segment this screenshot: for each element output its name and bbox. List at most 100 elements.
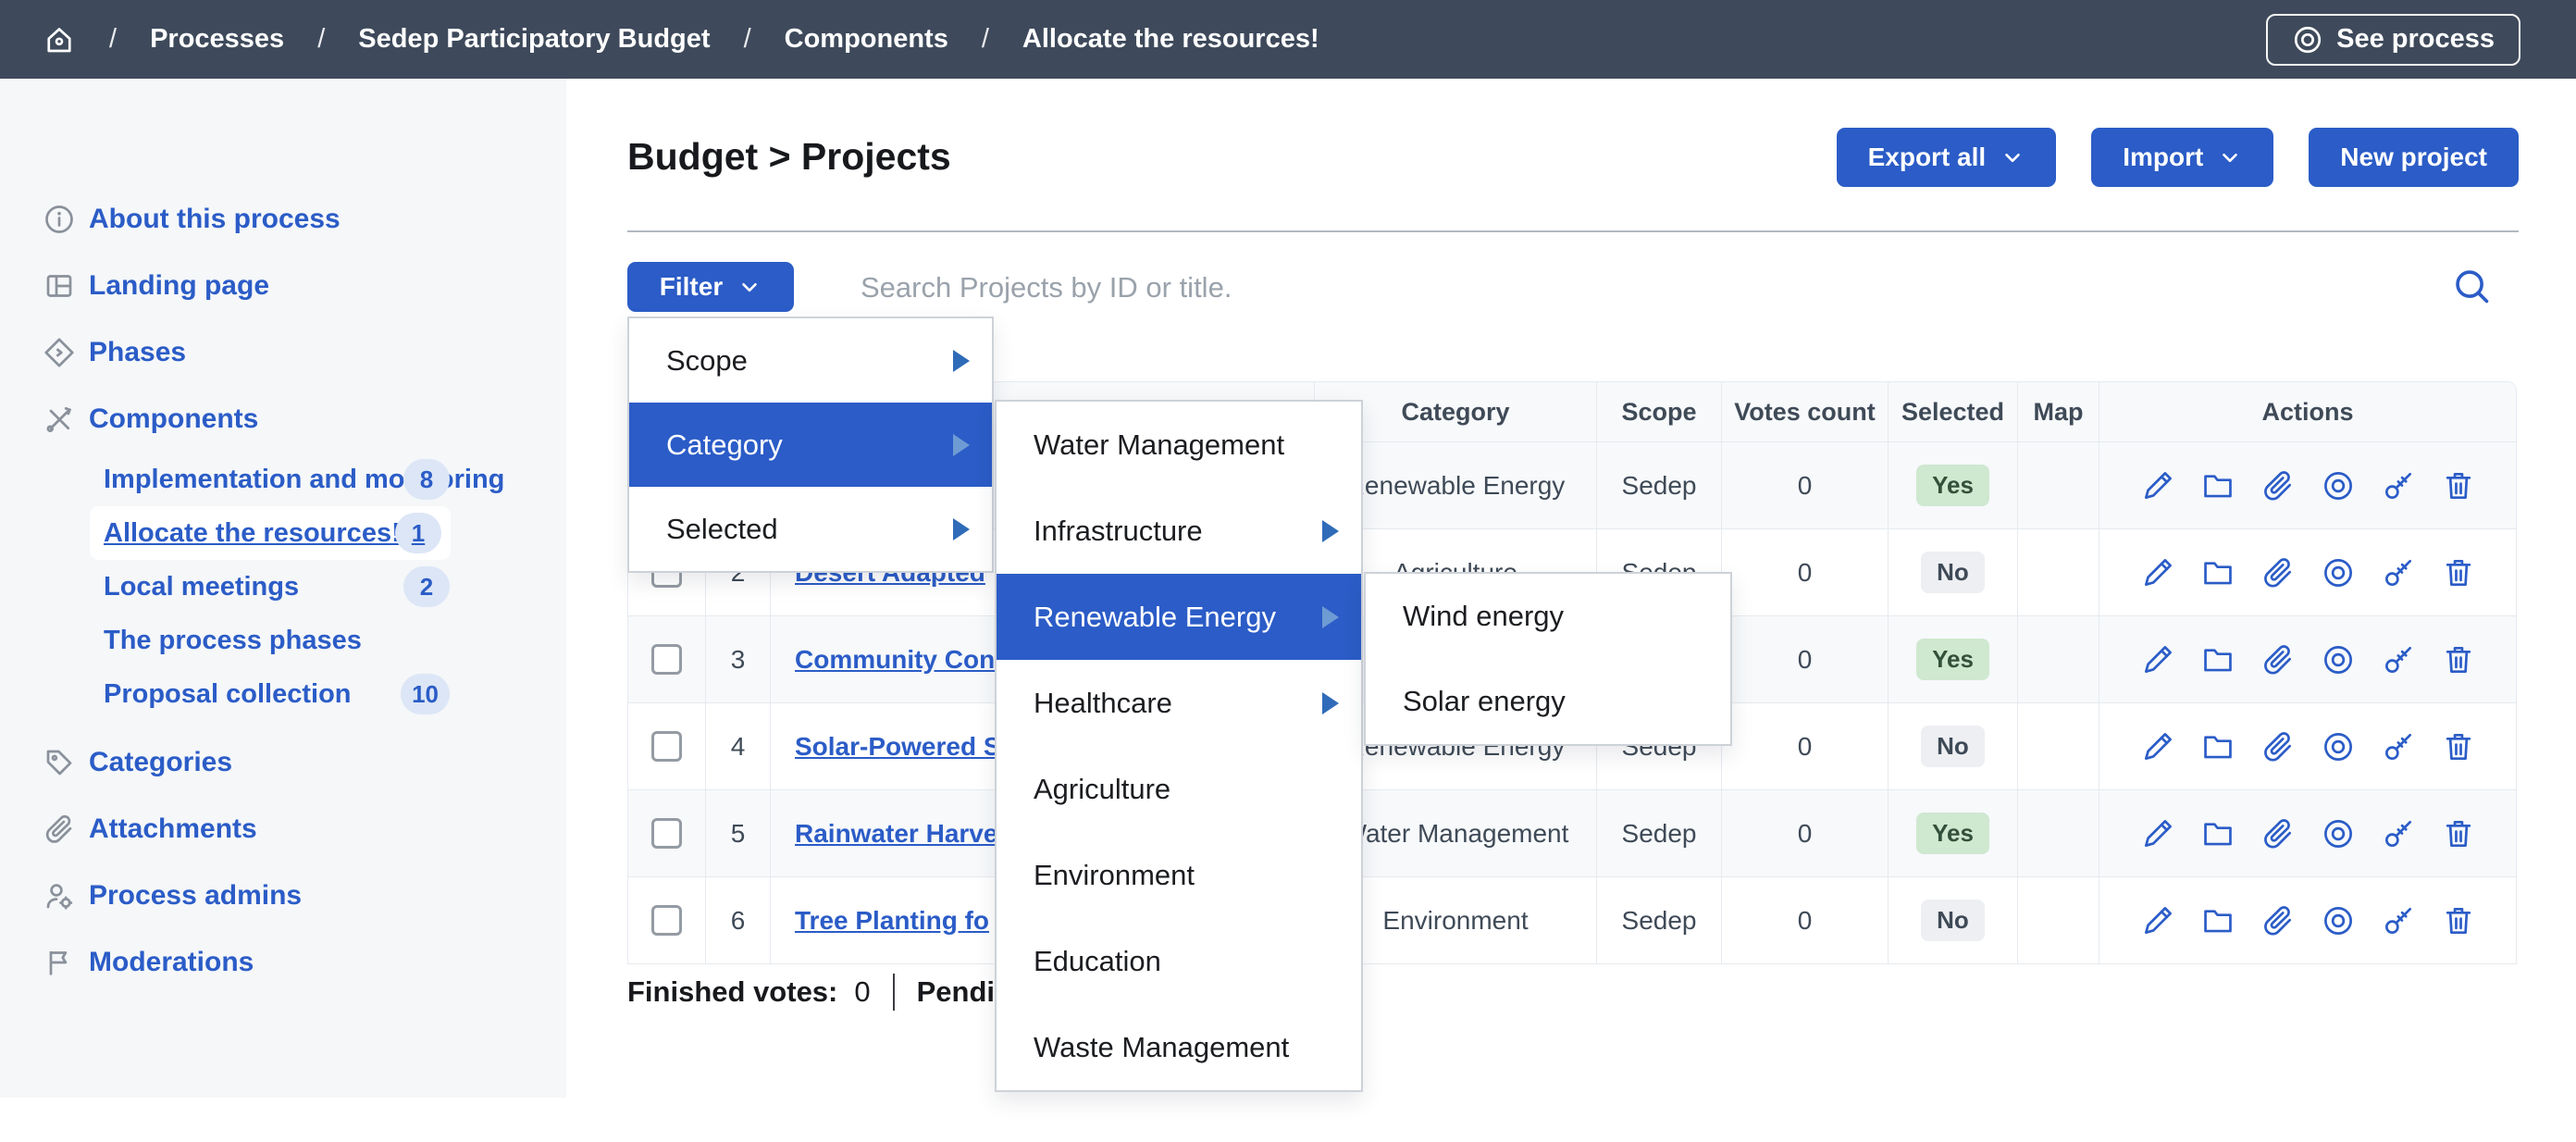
sidebar-item-components[interactable]: Components [0,386,566,453]
trash-icon[interactable] [2441,816,2476,851]
breadcrumb-link[interactable]: Sedep Participatory Budget [358,24,710,55]
edit-pencil-icon[interactable] [2140,816,2175,851]
edit-pencil-icon[interactable] [2140,642,2175,677]
new-project-button[interactable]: New project [2309,128,2519,187]
sidebar-component-item[interactable]: Local meetings 2 [0,560,566,614]
category-menu-item[interactable]: Education [997,918,1361,1004]
sidebar-item-about[interactable]: About this process [0,186,566,253]
edit-pencil-icon[interactable] [2140,729,2175,764]
category-menu-item[interactable]: Waste Management [997,1004,1361,1090]
category-menu-item[interactable]: Environment [997,832,1361,918]
project-votes-count: 0 [1722,877,1889,963]
caret-right-icon [953,518,970,540]
column-header: Scope [1597,382,1722,441]
paperclip-icon[interactable] [2260,816,2296,851]
preview-target-icon[interactable] [2321,729,2356,764]
edit-pencil-icon[interactable] [2140,468,2175,503]
sidebar-item-categories[interactable]: Categories [0,729,566,796]
selected-badge: Yes [1916,813,1989,854]
breadcrumb: / Processes / Sedep Participatory Budget… [43,23,1319,56]
preview-target-icon[interactable] [2321,642,2356,677]
sidebar-item-moderations[interactable]: Moderations [0,929,566,996]
key-permissions-icon[interactable] [2381,903,2416,938]
breadcrumb-link[interactable]: Allocate the resources! [1022,24,1319,55]
row-checkbox[interactable] [651,905,682,936]
folder-icon[interactable] [2200,468,2235,503]
selected-badge: Yes [1916,465,1989,506]
paperclip-icon[interactable] [2260,642,2296,677]
paperclip-icon[interactable] [2260,468,2296,503]
import-button[interactable]: Import [2091,128,2273,187]
project-title-link[interactable]: Tree Planting fo [795,906,989,936]
row-checkbox[interactable] [651,818,682,849]
paperclip-icon[interactable] [2260,555,2296,590]
key-permissions-icon[interactable] [2381,468,2416,503]
sidebar-item-attachments[interactable]: Attachments [0,796,566,863]
folder-icon[interactable] [2200,642,2235,677]
see-process-button[interactable]: See process [2266,14,2520,66]
subcategory-menu-item[interactable]: Wind energy [1366,574,1730,659]
folder-icon[interactable] [2200,729,2235,764]
topbar: / Processes / Sedep Participatory Budget… [0,0,2576,79]
search-icon[interactable] [2450,265,2493,307]
preview-target-icon[interactable] [2321,555,2356,590]
sidebar-component-item[interactable]: Allocate the resources! 1 [90,506,451,560]
row-checkbox[interactable] [651,644,682,675]
filter-menu-item[interactable]: Category [629,403,992,487]
sidebar-component-list: Implementation and monitoring 8 Allocate… [0,453,566,721]
selected-badge: No [1921,552,1985,593]
project-title-link[interactable]: Rainwater Harve [795,819,997,849]
sidebar-component-item[interactable]: Proposal collection 10 [0,667,566,721]
project-id: 4 [706,703,771,789]
category-menu-item[interactable]: Healthcare [997,660,1361,746]
trash-icon[interactable] [2441,555,2476,590]
category-menu-item[interactable]: Water Management [997,402,1361,488]
home-icon[interactable] [43,23,76,56]
breadcrumb-link[interactable]: Components [785,24,948,55]
edit-pencil-icon[interactable] [2140,903,2175,938]
search-input[interactable] [861,267,2378,309]
key-permissions-icon[interactable] [2381,642,2416,677]
folder-icon[interactable] [2200,555,2235,590]
key-permissions-icon[interactable] [2381,555,2416,590]
menu-item-label: Infrastructure [1034,515,1203,548]
category-menu-item[interactable]: Agriculture [997,746,1361,832]
category-menu-item[interactable]: Renewable Energy [997,574,1361,660]
trash-icon[interactable] [2441,903,2476,938]
row-actions [2099,442,2516,528]
sidebar-item-process-admins[interactable]: Process admins [0,863,566,929]
trash-icon[interactable] [2441,468,2476,503]
filter-button[interactable]: Filter [627,262,794,312]
row-checkbox[interactable] [651,731,682,762]
preview-target-icon[interactable] [2321,816,2356,851]
chevron-down-icon [2218,145,2242,169]
trash-icon[interactable] [2441,729,2476,764]
subcategory-menu-item[interactable]: Solar energy [1366,659,1730,744]
preview-target-icon[interactable] [2321,903,2356,938]
export-all-button[interactable]: Export all [1837,128,2057,187]
project-scope: Sedep [1597,790,1722,876]
sidebar-item-phases[interactable]: Phases [0,319,566,386]
preview-target-icon[interactable] [2321,468,2356,503]
project-map-cell [2018,790,2099,876]
filter-menu-item[interactable]: Scope [629,318,992,403]
filter-menu-item[interactable]: Selected [629,487,992,571]
folder-icon[interactable] [2200,816,2235,851]
edit-pencil-icon[interactable] [2140,555,2175,590]
trash-icon[interactable] [2441,642,2476,677]
project-title-link[interactable]: Community Con [795,645,995,675]
category-menu-item[interactable]: Infrastructure [997,488,1361,574]
sidebar-component-label: Proposal collection [104,679,352,710]
sidebar-component-item[interactable]: The process phases [0,614,566,667]
project-title-link[interactable]: Solar-Powered S [795,732,1001,762]
breadcrumb-link[interactable]: Processes [150,24,284,55]
key-permissions-icon[interactable] [2381,816,2416,851]
project-id: 6 [706,877,771,963]
key-permissions-icon[interactable] [2381,729,2416,764]
folder-icon[interactable] [2200,903,2235,938]
menu-item-label: Healthcare [1034,687,1172,720]
sidebar-item-landing-page[interactable]: Landing page [0,253,566,319]
paperclip-icon[interactable] [2260,903,2296,938]
paperclip-icon[interactable] [2260,729,2296,764]
sidebar-component-item[interactable]: Implementation and monitoring 8 [0,453,566,506]
